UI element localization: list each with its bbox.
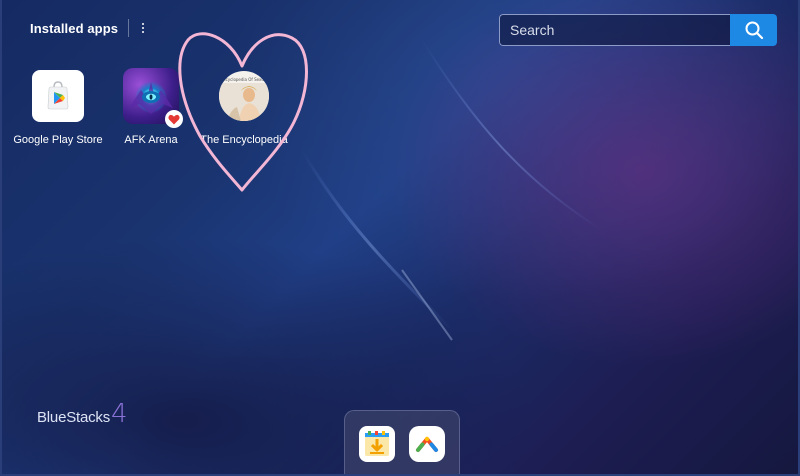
app-label: AFK Arena <box>124 134 178 146</box>
logo-name: BlueStacks <box>37 409 111 426</box>
bluestacks-home-screen: Installed apps Search Google Play Store … <box>0 0 800 476</box>
google-play-store-icon <box>30 68 86 124</box>
search-icon <box>745 21 763 40</box>
apk-installer-icon <box>365 430 389 456</box>
more-options-icon[interactable] <box>137 20 149 36</box>
page-title: Installed apps <box>30 20 119 36</box>
app-label: Google Play Store <box>13 134 103 146</box>
header-divider <box>128 19 130 37</box>
app-afk-arena[interactable]: AFK Arena <box>103 68 199 146</box>
encyclopedia-app-icon: Encyclopedia Of Sexual <box>216 68 272 124</box>
logo-version: 4 <box>111 399 128 429</box>
game-center-button[interactable] <box>409 425 445 462</box>
installed-apps-header: Installed apps <box>30 16 149 40</box>
apk-installer-button[interactable] <box>359 425 395 462</box>
search-input[interactable] <box>499 14 730 46</box>
app-google-play-store[interactable]: Google Play Store <box>10 68 106 146</box>
app-label: The Encyclopedia <box>200 134 288 146</box>
app-the-encyclopedia[interactable]: Encyclopedia Of Sexual The Encyclopedia <box>196 68 292 146</box>
search-button[interactable] <box>730 14 777 46</box>
heart-icon <box>165 110 183 128</box>
afk-arena-icon <box>123 68 183 128</box>
game-center-icon <box>416 436 438 452</box>
bluestacks-logo: BlueStacks 4 <box>37 399 128 429</box>
search-bar <box>499 14 777 46</box>
bottom-dock <box>344 410 460 474</box>
